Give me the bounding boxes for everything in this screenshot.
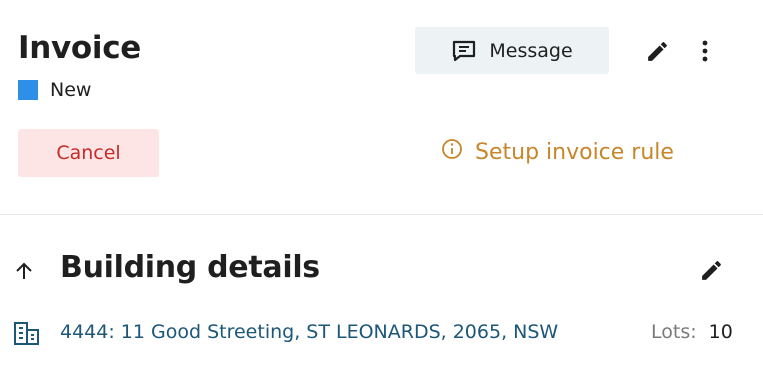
section-title: Building details xyxy=(60,250,320,285)
lots-value: 10 xyxy=(708,321,733,343)
divider xyxy=(0,214,763,215)
status-label: New xyxy=(50,79,92,101)
info-icon xyxy=(441,138,463,166)
building-icon xyxy=(13,320,41,346)
cancel-button-label: Cancel xyxy=(56,142,121,164)
edit-icon[interactable] xyxy=(645,39,670,64)
page-title: Invoice xyxy=(18,30,142,66)
message-icon xyxy=(451,39,477,63)
message-button-label: Message xyxy=(489,39,573,62)
edit-icon[interactable] xyxy=(699,258,724,283)
lots-label: Lots: xyxy=(651,321,697,343)
arrow-up-icon[interactable] xyxy=(12,259,36,283)
message-button[interactable]: Message xyxy=(415,27,609,74)
status-indicator: New xyxy=(18,79,91,101)
setup-invoice-rule-link[interactable]: Setup invoice rule xyxy=(441,138,674,166)
building-address-link[interactable]: 4444: 11 Good Streeting, ST LEONARDS, 20… xyxy=(60,321,558,343)
status-swatch xyxy=(18,80,38,100)
setup-invoice-rule-label: Setup invoice rule xyxy=(475,139,674,165)
invoice-page: Invoice New Message Cancel Setup invoice… xyxy=(0,0,763,369)
more-vertical-icon[interactable] xyxy=(693,38,717,64)
lots-info: Lots: 10 xyxy=(651,321,733,343)
cancel-button[interactable]: Cancel xyxy=(18,129,159,177)
